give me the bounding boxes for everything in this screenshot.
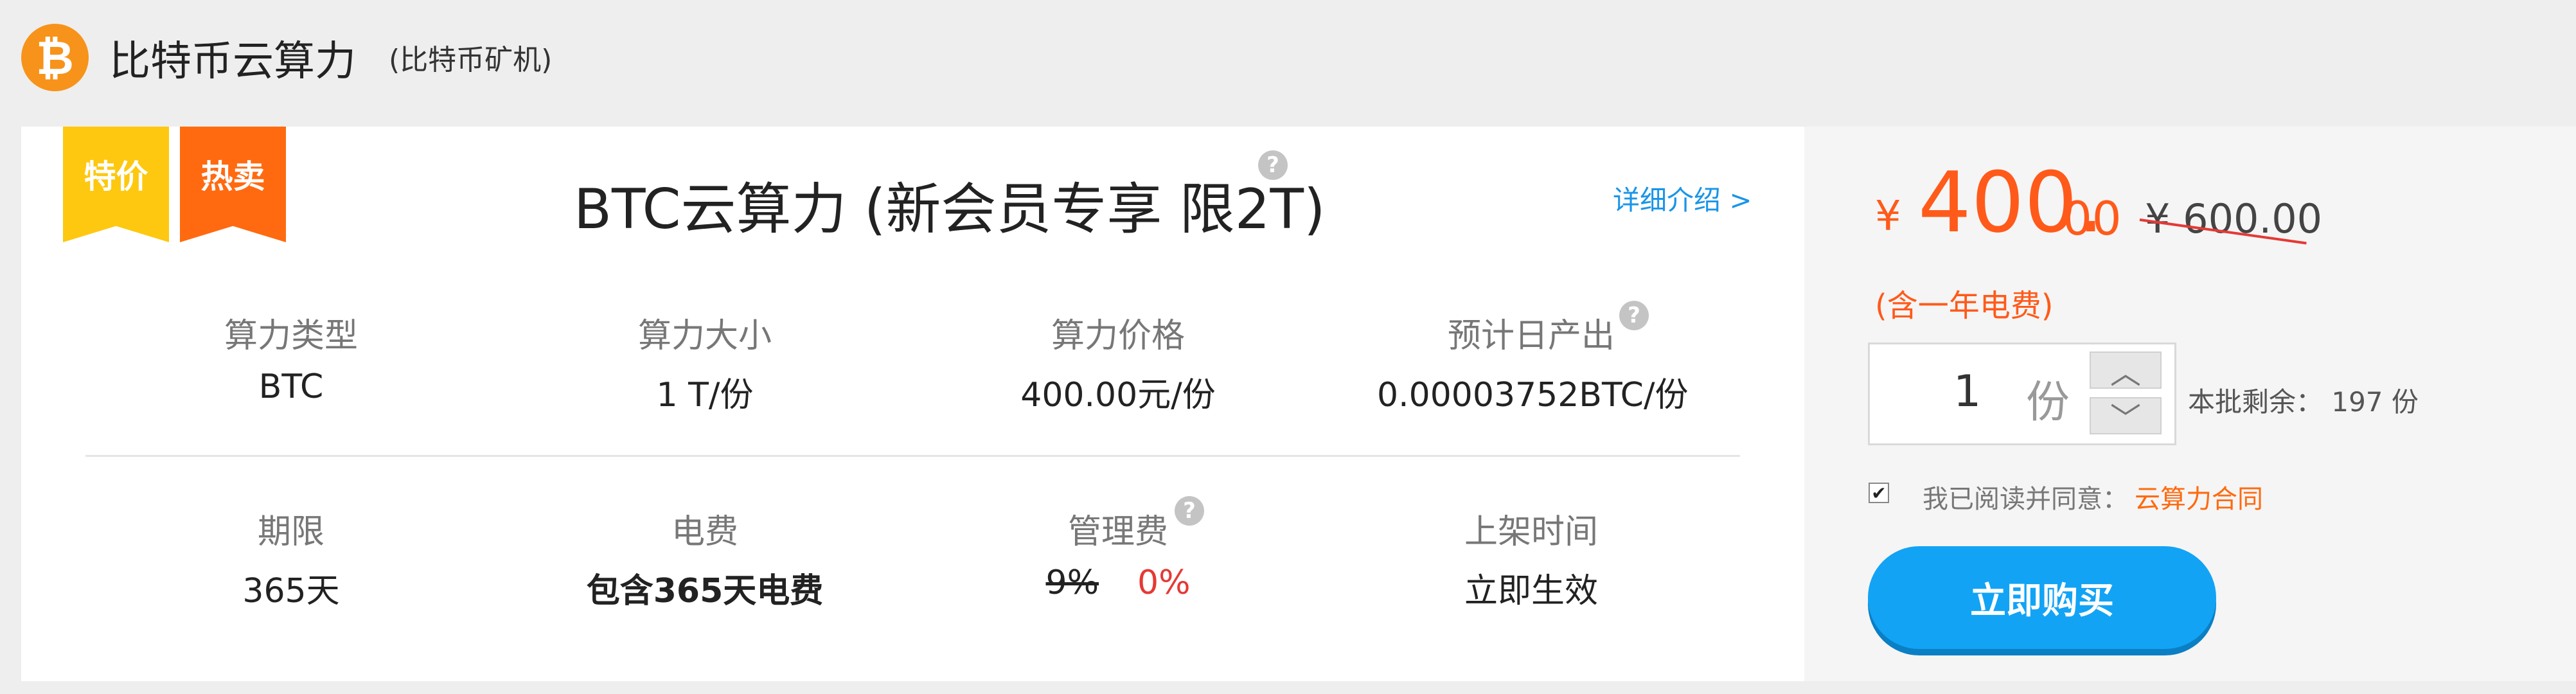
page-subtitle: (比特币矿机) <box>389 44 553 76</box>
agreement-checkbox[interactable]: ✔ <box>1869 483 1889 504</box>
product-help-icon[interactable]: ? <box>1258 150 1288 180</box>
buy-now-button[interactable]: 立即购买 <box>1868 546 2216 649</box>
spec-label-hash-price: 算力价格 <box>1051 317 1185 355</box>
spec-value-daily-output: 0.00003752BTC/份 <box>1377 376 1689 414</box>
spec-label-hash-size: 算力大小 <box>637 317 772 355</box>
spec-label-electricity: 电费 <box>671 513 738 551</box>
product-title: BTC云算力 (新会员专享 限2T) <box>574 177 1326 242</box>
quantity-increase-button[interactable]: ︿ <box>2090 351 2162 391</box>
spec-label-management-fee: 管理费 <box>1067 513 1168 551</box>
chevron-down-icon: ﹀ <box>2110 401 2141 437</box>
spec-value-listing-time: 立即生效 <box>1464 572 1598 610</box>
management-fee-new: 0% <box>1137 564 1191 602</box>
spec-value-hash-size: 1 T/份 <box>656 376 754 414</box>
contract-link[interactable]: 云算力合同 <box>2135 478 2263 515</box>
spec-value-hash-type: BTC <box>258 368 324 406</box>
details-link[interactable]: 详细介绍 > <box>1613 179 1752 218</box>
remaining-stock: 本批剩余： 197 份 <box>2188 386 2419 418</box>
agreement-text: 我已阅读并同意： <box>1923 485 2128 514</box>
price-note: (含一年电费) <box>1875 288 2054 324</box>
specs-divider <box>85 455 1740 457</box>
spec-value-term: 365天 <box>242 572 340 610</box>
quantity-decrease-button[interactable]: ﹀ <box>2090 397 2162 437</box>
management-fee-help-icon[interactable]: ? <box>1175 496 1204 526</box>
spec-label-term: 期限 <box>257 513 324 551</box>
page-title: 比特币云算力 <box>109 38 356 85</box>
spec-value-electricity: 包含365天电费 <box>586 572 824 610</box>
quantity-value[interactable]: 1 <box>1953 366 1981 417</box>
quantity-unit: 份 <box>2026 377 2070 428</box>
chevron-up-icon: ︿ <box>2110 355 2141 391</box>
management-fee-old: 9% <box>1045 564 1099 602</box>
spec-value-management-fee: 9% 0% <box>964 564 1272 602</box>
bitcoin-logo-icon: ₿ <box>21 24 89 91</box>
hot-ribbon: 热卖 <box>180 127 286 242</box>
price-currency-symbol: ¥ <box>1875 193 1901 240</box>
spec-value-hash-price: 400.00元/份 <box>1020 376 1216 414</box>
original-price: ¥ 600.00 <box>2145 195 2323 242</box>
sale-ribbon: 特价 <box>63 127 169 242</box>
spec-label-hash-type: 算力类型 <box>224 317 358 355</box>
price-decimal: 00 <box>2063 191 2122 245</box>
spec-label-listing-time: 上架时间 <box>1464 513 1598 551</box>
daily-output-help-icon[interactable]: ? <box>1619 301 1649 330</box>
